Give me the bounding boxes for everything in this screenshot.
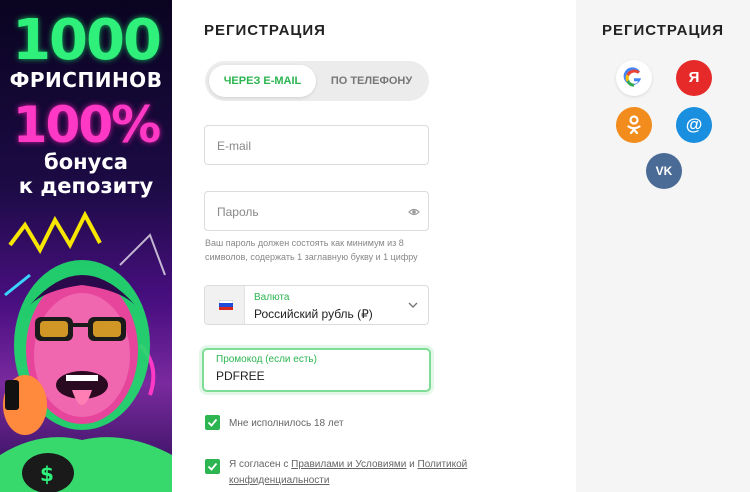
age-checkbox-label: Мне исполнилось 18 лет [229, 418, 344, 429]
chevron-down-icon [408, 302, 418, 308]
currency-select[interactable]: Валюта Российский рубль (₽) [204, 285, 429, 325]
form-title: РЕГИСТРАЦИЯ [204, 22, 326, 39]
mailru-login-button[interactable]: @ [676, 107, 712, 143]
promo-character-illustration: $ [0, 210, 172, 492]
show-password-icon[interactable] [408, 206, 420, 218]
terms-text-line2: конфиденциальности [229, 475, 329, 486]
password-field[interactable]: Пароль [204, 191, 429, 231]
promo-freespins-count: 1000 [12, 8, 162, 73]
terms-checkbox[interactable] [205, 459, 220, 474]
promocode-value: PDFREE [216, 369, 265, 383]
password-placeholder: Пароль [217, 205, 259, 219]
social-title: РЕГИСТРАЦИЯ [602, 22, 724, 39]
google-icon [623, 67, 641, 87]
promo-bonus-percent: 100% [12, 96, 161, 154]
mail-at-icon: @ [685, 115, 703, 134]
social-registration-panel: РЕГИСТРАЦИЯ Я @ VK [576, 0, 750, 492]
password-hint: Ваш пароль должен состоять как минимум и… [205, 238, 418, 262]
russia-flag-icon [219, 300, 233, 310]
terms-prefix: Я согласен с [229, 459, 289, 470]
yandex-icon: Я [688, 69, 700, 86]
privacy-link[interactable]: Политикой [418, 459, 468, 470]
checkmark-icon [207, 462, 218, 471]
currency-label: Валюта [254, 292, 290, 303]
privacy-link-continued[interactable]: конфиденциальности [229, 475, 329, 486]
google-login-button[interactable] [616, 60, 652, 96]
promo-freespins-label: ФРИСПИНОВ [9, 68, 163, 92]
terms-and: и [409, 459, 415, 470]
email-placeholder: E-mail [217, 139, 252, 153]
vk-icon: VK [655, 164, 673, 178]
promocode-field[interactable]: Промокод (если есть) PDFREE [202, 348, 431, 392]
age-checkbox[interactable] [205, 415, 220, 430]
registration-form: РЕГИСТРАЦИЯ ЧЕРЕЗ E-MAIL ПО ТЕЛЕФОНУ E-m… [172, 0, 576, 492]
ok-login-button[interactable] [616, 107, 652, 143]
tab-phone[interactable]: ПО ТЕЛЕФОНУ [318, 65, 425, 97]
ok-icon [627, 115, 641, 135]
currency-value: Российский рубль (₽) [254, 307, 373, 321]
yandex-login-button[interactable]: Я [676, 60, 712, 96]
terms-text-line1: Я согласен с Правилами и Условиями и Пол… [229, 459, 467, 470]
terms-link[interactable]: Правилами и Условиями [291, 459, 406, 470]
currency-flag-box [205, 286, 245, 324]
promo-bonus-line2: к депозиту [18, 174, 154, 198]
svg-text:$: $ [40, 462, 54, 486]
email-field[interactable]: E-mail [204, 125, 429, 165]
promo-banner[interactable]: 1000 ФРИСПИНОВ 100% бонуса к депозиту $ [0, 0, 172, 492]
vk-login-button[interactable]: VK [646, 153, 682, 189]
checkmark-icon [207, 418, 218, 427]
promocode-label: Промокод (если есть) [216, 354, 317, 365]
tab-email[interactable]: ЧЕРЕЗ E-MAIL [209, 65, 316, 97]
promo-bonus-line1: бонуса [44, 150, 128, 174]
registration-method-tabs: ЧЕРЕЗ E-MAIL ПО ТЕЛЕФОНУ [205, 61, 429, 101]
